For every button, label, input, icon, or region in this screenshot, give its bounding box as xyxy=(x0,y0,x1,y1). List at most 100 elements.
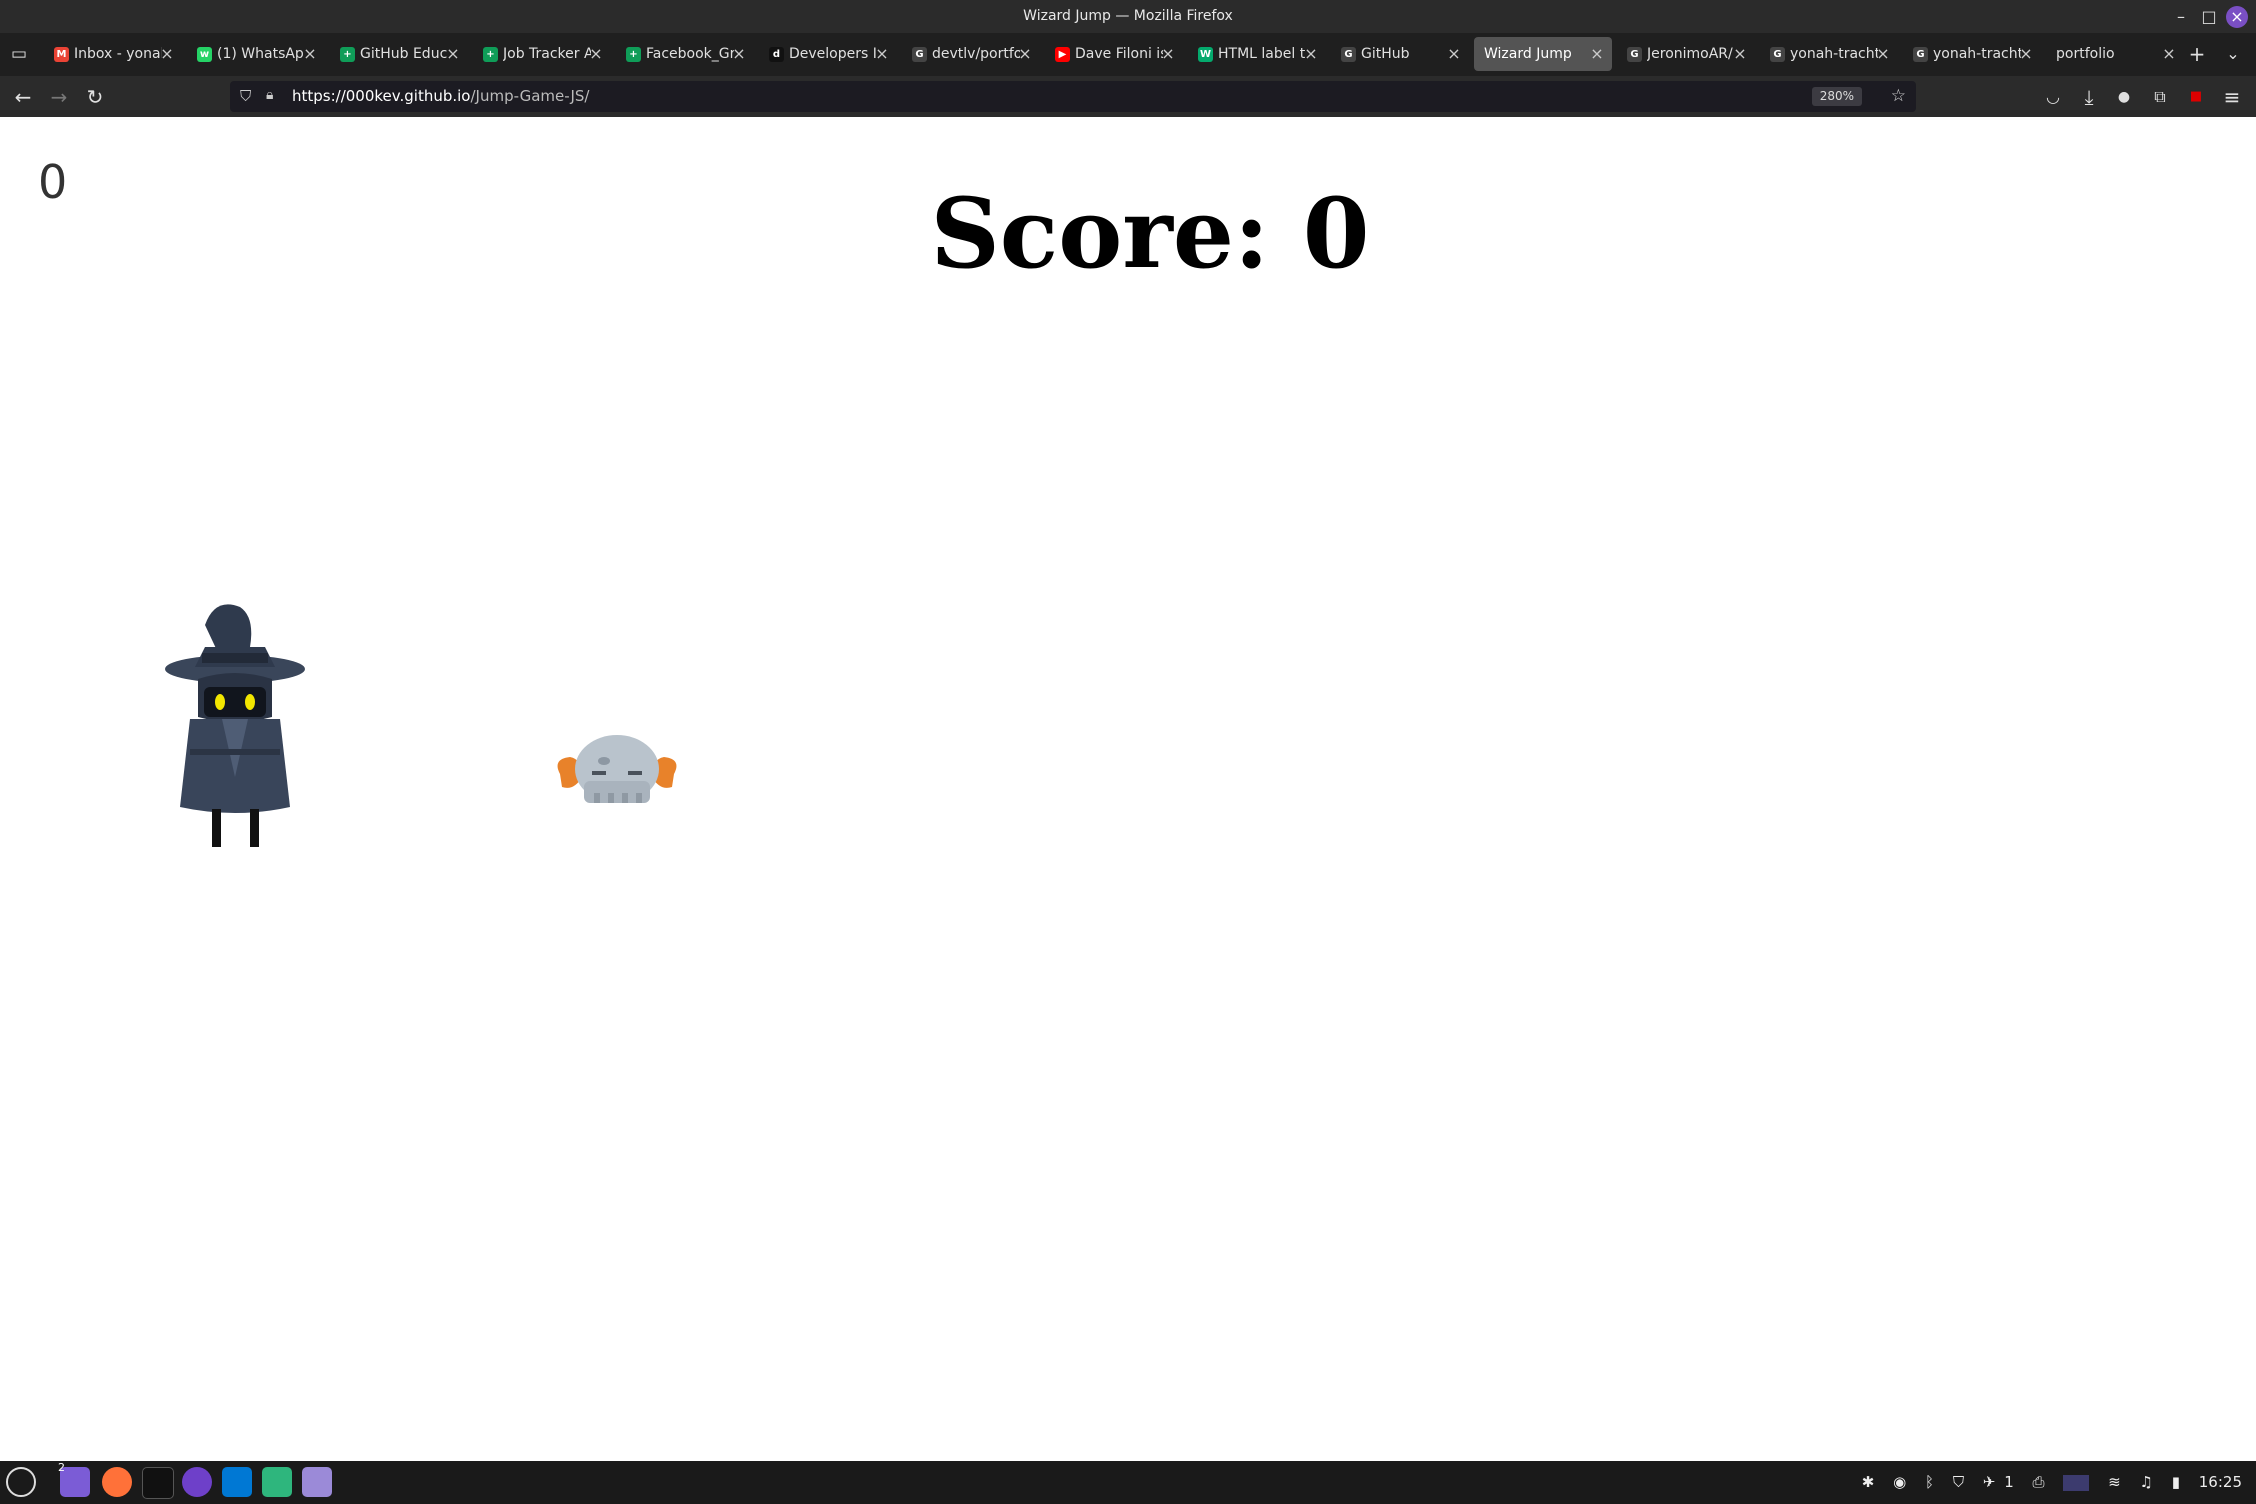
vscode-icon[interactable] xyxy=(222,1467,252,1497)
steam-tray-icon[interactable]: ◉ xyxy=(1893,1473,1906,1491)
tab-label: Inbox - yonah xyxy=(74,46,162,62)
tab[interactable]: + Job Tracker A × xyxy=(473,37,611,71)
tab[interactable]: W HTML label ta × xyxy=(1188,37,1326,71)
sound-icon[interactable]: ♫ xyxy=(2139,1473,2152,1491)
tab[interactable]: G JeronimoAR/× xyxy=(1617,37,1755,71)
update-icon[interactable]: ✈ xyxy=(1983,1473,1996,1491)
github-icon: G xyxy=(1341,47,1356,62)
tab-label: GitHub xyxy=(1361,46,1410,62)
tab[interactable]: M Inbox - yonah × xyxy=(44,37,182,71)
tab-close-icon[interactable]: × xyxy=(1588,37,1606,71)
downloads-icon[interactable]: ⤓ xyxy=(2076,84,2102,110)
tab-close-icon[interactable]: × xyxy=(587,37,605,71)
tab[interactable]: Wizard Jump × xyxy=(1474,37,1612,71)
tab-strip: ▭ M Inbox - yonah × w (1) WhatsApp × + GitHub E… xyxy=(0,33,2256,76)
tab-close-icon[interactable]: × xyxy=(158,37,176,71)
tab-label: (1) WhatsApp xyxy=(217,46,305,62)
window-titlebar: Wizard Jump — Mozilla Firefox – □ × xyxy=(0,0,2256,33)
github-icon: G xyxy=(1627,47,1642,62)
os-taskbar: 2 ✱ ◉ ᛒ ⛉ ✈ 1 ⎙ ≋ ♫ ▮ 16:25 xyxy=(0,1461,2256,1504)
tab-close-icon[interactable]: × xyxy=(1731,37,1749,71)
forward-icon[interactable]: → xyxy=(46,84,72,110)
whatsapp-icon: w xyxy=(197,47,212,62)
printer-icon[interactable]: ⎙ xyxy=(2033,1473,2045,1491)
skull-obstacle xyxy=(557,735,677,803)
wifi-icon[interactable]: ≋ xyxy=(2108,1473,2121,1491)
new-tab-icon[interactable]: + xyxy=(2184,41,2210,67)
url-text[interactable]: https://000kev.github.io/Jump-Game-JS/ xyxy=(292,81,589,112)
tab-label: GitHub Educa xyxy=(360,46,448,62)
tab-label: Facebook_Gr xyxy=(646,46,734,62)
minimize-icon[interactable]: – xyxy=(2170,6,2192,28)
github-desktop-icon[interactable] xyxy=(182,1467,212,1497)
pocket-icon[interactable]: ◡ xyxy=(2040,84,2066,110)
tab[interactable]: + Facebook_Gr × xyxy=(616,37,754,71)
window-title: Wizard Jump — Mozilla Firefox xyxy=(1023,8,1233,24)
slack-tray-icon[interactable]: ✱ xyxy=(1862,1473,1875,1491)
text-editor-icon[interactable] xyxy=(302,1467,332,1497)
ublock-icon[interactable]: ■ xyxy=(2183,84,2209,110)
firefox-view-icon[interactable]: ▭ xyxy=(6,41,32,67)
wizard-character xyxy=(165,604,305,847)
tab-label: JeronimoAR/ xyxy=(1647,46,1733,62)
close-window-icon[interactable]: × xyxy=(2226,6,2248,28)
github-icon: G xyxy=(1913,47,1928,62)
tab-label: yonah-trachtr xyxy=(1933,46,2021,62)
workspace-badge: 2 xyxy=(58,1461,65,1474)
clock[interactable]: 16:25 xyxy=(2199,1473,2242,1491)
tab[interactable]: G GitHub × xyxy=(1331,37,1469,71)
firefox-icon[interactable] xyxy=(102,1467,132,1497)
tab[interactable]: w (1) WhatsApp × xyxy=(187,37,325,71)
battery-icon[interactable]: ▮ xyxy=(2172,1473,2180,1491)
github-icon: G xyxy=(1770,47,1785,62)
tab[interactable]: ▶ Dave Filoni is × xyxy=(1045,37,1183,71)
navigation-toolbar: ← → ↻ ⛉ 🔒︎ https://000kev.github.io/Jump… xyxy=(0,76,2256,118)
menu-icon[interactable]: ≡ xyxy=(2219,84,2245,110)
tab-label: Job Tracker A xyxy=(503,46,591,62)
sheets-icon: + xyxy=(340,47,355,62)
files-icon[interactable]: 2 xyxy=(58,1461,90,1497)
tab-close-icon[interactable]: × xyxy=(444,37,462,71)
shield-tray-icon[interactable]: ⛉ xyxy=(1953,1473,1964,1491)
address-bar[interactable]: ⛉ 🔒︎ https://000kev.github.io/Jump-Game-… xyxy=(230,81,1916,112)
game-page[interactable]: 0 Score: 0 xyxy=(0,117,2256,1461)
bluetooth-icon[interactable]: ᛒ xyxy=(1925,1473,1934,1491)
tab-close-icon[interactable]: × xyxy=(873,37,891,71)
tab[interactable]: portfolio × xyxy=(2046,37,2184,71)
account-icon[interactable]: ● xyxy=(2111,84,2137,110)
tab-label: Wizard Jump xyxy=(1484,46,1572,62)
tab[interactable]: Gdevtlv/portfo × xyxy=(902,37,1040,71)
score-display: Score: 0 xyxy=(930,177,1370,290)
tab-label: yonah-trachtr xyxy=(1790,46,1878,62)
tab[interactable]: Gyonah-trachtr × xyxy=(1760,37,1898,71)
lock-icon[interactable]: 🔒︎ xyxy=(266,87,273,103)
zoom-level-button[interactable]: 280% xyxy=(1811,87,1862,106)
list-all-tabs-icon[interactable]: ⌄ xyxy=(2220,41,2246,67)
tracking-shield-icon[interactable]: ⛉ xyxy=(240,87,251,105)
terminal-icon[interactable] xyxy=(142,1467,174,1499)
tab-close-icon[interactable]: × xyxy=(1016,37,1034,71)
tab-close-icon[interactable]: × xyxy=(1445,37,1463,71)
reload-icon[interactable]: ↻ xyxy=(82,84,108,110)
tab-close-icon[interactable]: × xyxy=(1302,37,1320,71)
slack-icon[interactable] xyxy=(262,1467,292,1497)
tab-close-icon[interactable]: × xyxy=(730,37,748,71)
tab[interactable]: + GitHub Educa × xyxy=(330,37,468,71)
keyboard-layout-flag-icon[interactable] xyxy=(2063,1474,2090,1491)
tab-close-icon[interactable]: × xyxy=(1159,37,1177,71)
bookmark-star-icon[interactable]: ☆ xyxy=(1891,86,1906,106)
gmail-icon: M xyxy=(54,47,69,62)
menu-start-icon[interactable] xyxy=(6,1467,36,1497)
tab-close-icon[interactable]: × xyxy=(2017,37,2035,71)
tab-label: devtlv/portfo xyxy=(932,46,1020,62)
back-icon[interactable]: ← xyxy=(10,84,36,110)
tab-close-icon[interactable]: × xyxy=(1874,37,1892,71)
tab[interactable]: Gyonah-trachtr × xyxy=(1903,37,2041,71)
tab-close-icon[interactable]: × xyxy=(301,37,319,71)
tab-label: portfolio xyxy=(2056,46,2115,62)
tab-close-icon[interactable]: × xyxy=(2160,37,2178,71)
tab[interactable]: d Developers In × xyxy=(759,37,897,71)
tab-label: Developers In xyxy=(789,46,877,62)
maximize-icon[interactable]: □ xyxy=(2198,6,2220,28)
extensions-icon[interactable]: ⧉ xyxy=(2147,84,2173,110)
